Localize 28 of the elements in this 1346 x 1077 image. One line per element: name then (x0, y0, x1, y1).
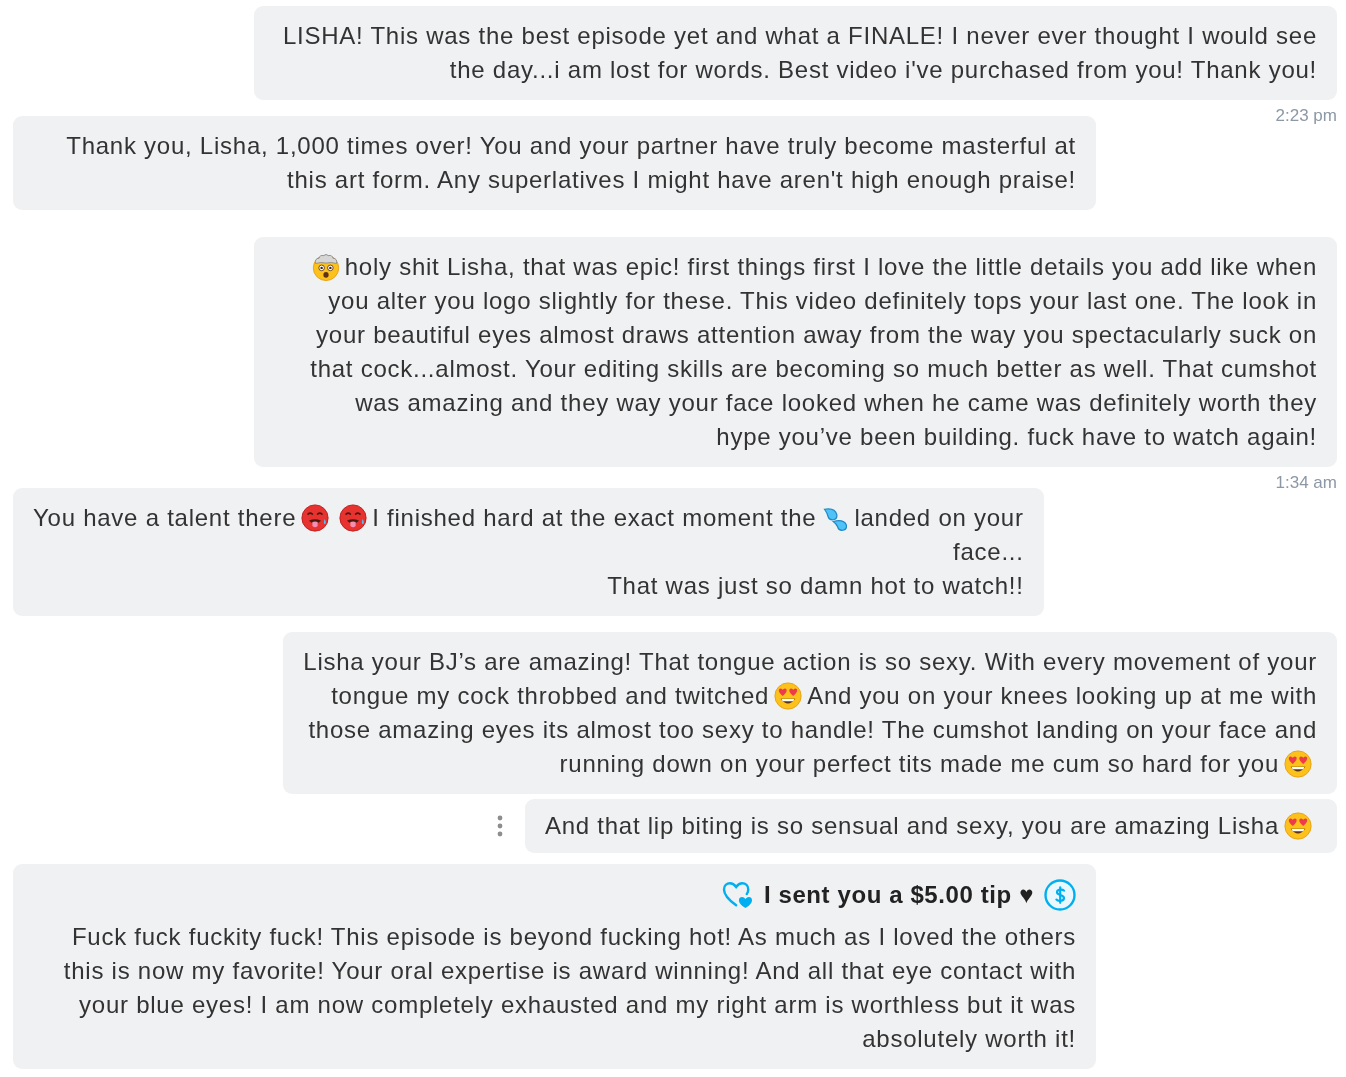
message-time: 2:23 pm (1275, 108, 1337, 124)
message-text: you alter you logo slightly for these. This video definitely tops your last one. The look in your beautiful eyes almost draws attention away from the way you spectacularly suck on that cock...almost. Your editing skills are becoming so much better as well. That cumshot was amazing and they way your face looked when he came was definitely worth they hype you’ve been building. fuck have to watch again! (310, 287, 1317, 450)
message-text: face... (953, 538, 1024, 565)
message-text: LISHA! This was the best episode yet and what a FINALE! I never ever thought I would see the day...i am lost for words. Best video i've purchased from you! Thank you! (282, 22, 1317, 83)
message-text: Thank you, Lisha, 1,000 times over! You and your partner have truly become masterful at this art form. Any superlatives I might have aren't high enough praise! (66, 132, 1076, 193)
hearts-icon (721, 881, 754, 909)
message-text: Fuck fuck fuckity fuck! This episode is beyond fucking hot! As much as I loved the others this is now my favorite! Your oral expertise is award winning! And all that eye contact with your blue eyes! I am now completely exhausted and my right arm is worthless but it was absolutely worth it! (63, 923, 1076, 1052)
heart-eyes-face-icon (1284, 750, 1312, 778)
message-text: tongue my cock throbbed and twitched (331, 682, 770, 709)
message-text: That was just so damn hot to watch!! (607, 572, 1024, 599)
message-text: And that lip biting is so sensual and sexy, you are amazing Lisha (544, 812, 1279, 839)
message-text: running down on your perfect tits made me cum so hard for you (559, 750, 1279, 777)
heart-eyes-face-icon (774, 682, 803, 710)
message-text: Lisha your BJ’s are amazing! That tongue action is so sexy. With every movement of your (303, 648, 1317, 675)
message-text: those amazing eyes its almost too sexy to handle! The cumshot landing on your face and (308, 716, 1317, 743)
message-text: I finished hard at the exact moment the (372, 504, 817, 531)
more-options-icon[interactable] (496, 815, 503, 837)
shocked-face-icon (311, 253, 340, 281)
message-text: landed on your (854, 504, 1024, 531)
message-text: You have a talent there (33, 504, 297, 531)
hot-face-icon (301, 504, 330, 532)
hot-face-icon (339, 504, 368, 532)
heart-eyes-face-icon (1284, 812, 1312, 840)
tip-text: I sent you a $5.00 tip ♥ (763, 881, 1034, 909)
message-text: holy shit Lisha, that was epic! first things first I love the little details you add like when (344, 253, 1317, 280)
message-text: And you on your knees looking up at me with (807, 682, 1317, 709)
message-time: 1:34 am (1275, 475, 1337, 491)
dollar-coin-icon (1044, 879, 1076, 911)
